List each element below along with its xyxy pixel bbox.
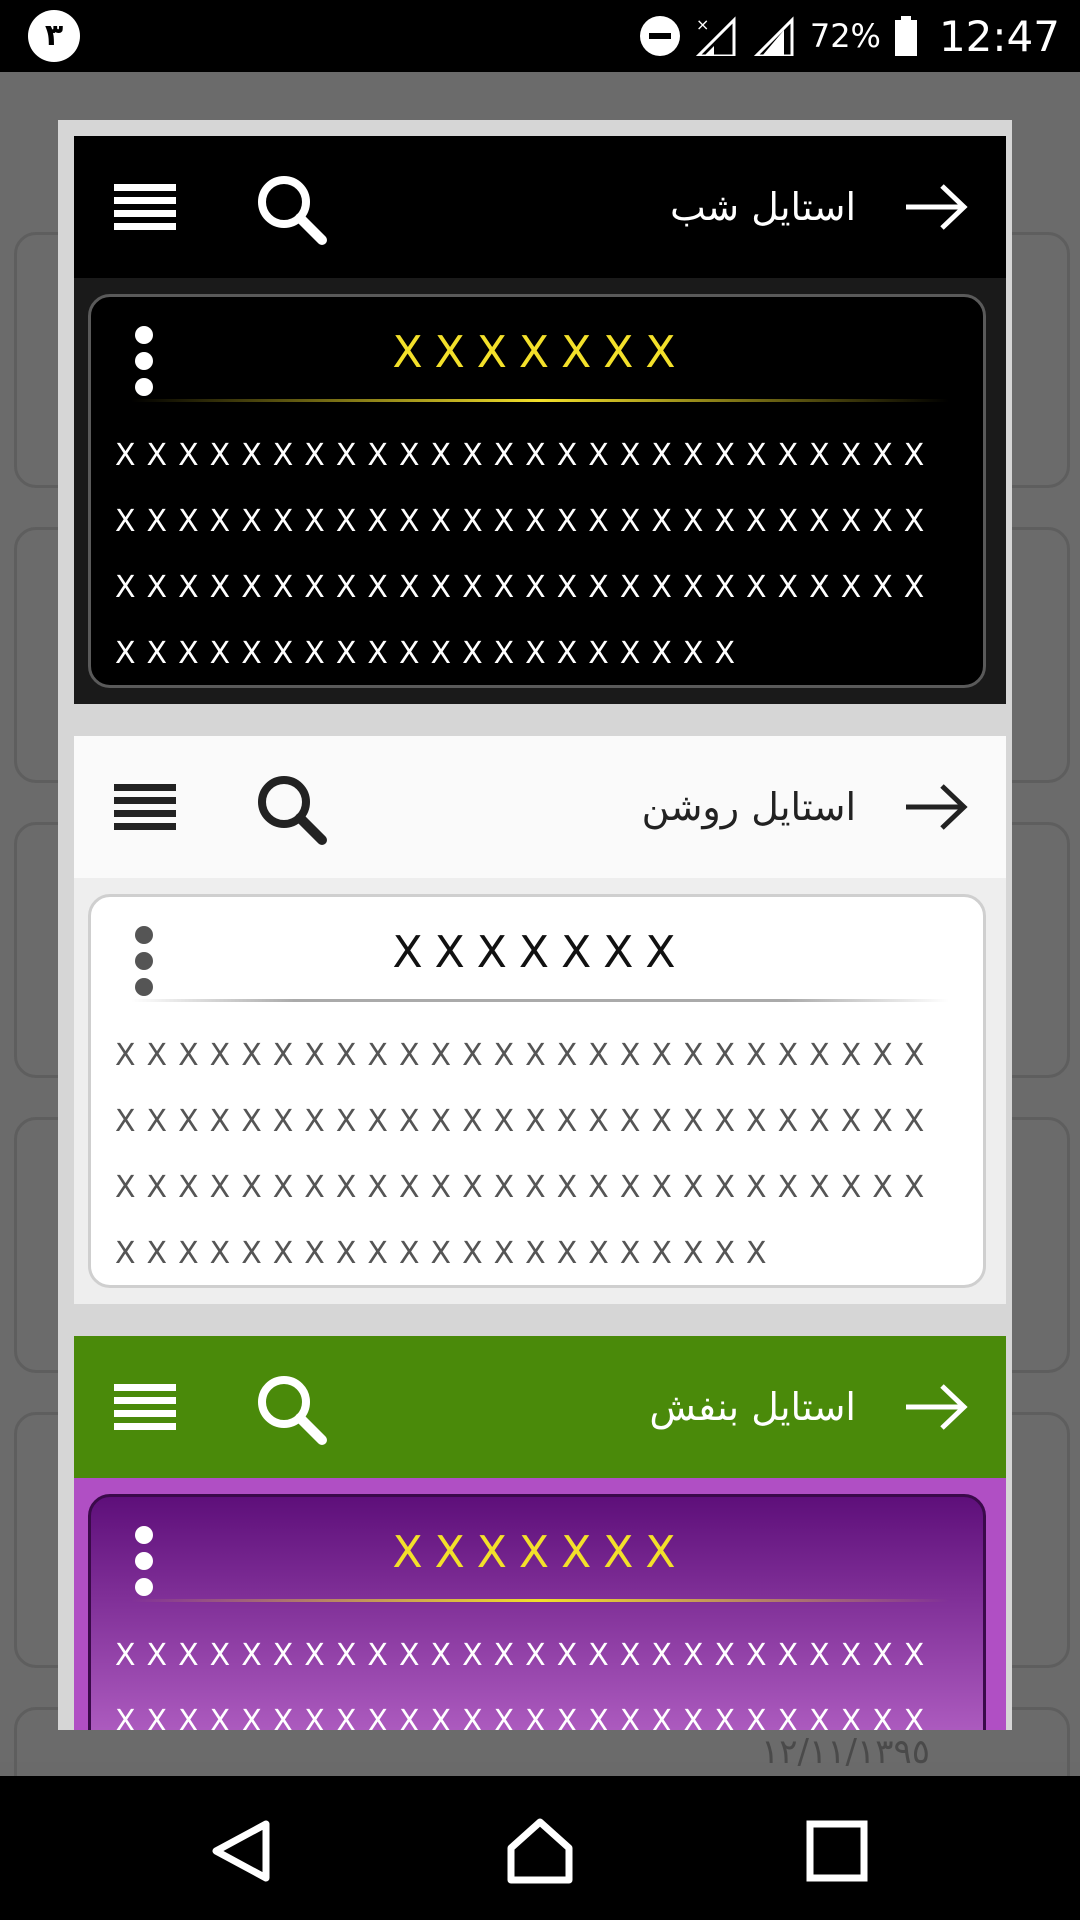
card-title: XXXXXXX <box>392 1527 688 1578</box>
card-title: XXXXXXX <box>392 927 688 978</box>
style-title: استایل شب <box>669 185 856 229</box>
search-icon <box>258 1376 327 1445</box>
style-title: استایل بنفش <box>649 1385 856 1429</box>
style-option-night[interactable]: استایل شب XXXXXXX XXXXXXXXXXXXXXXXXXXXXX… <box>74 136 1006 704</box>
card-text: XXXXXXXXXXXXXXXXXXXXXXXXXXXXXXXXXXXXXXXX… <box>115 438 936 671</box>
style-picker-dialog: استایل شب XXXXXXX XXXXXXXXXXXXXXXXXXXXXX… <box>58 120 1012 1730</box>
card-text: XXXXXXXXXXXXXXXXXXXXXXXXXXXXXXXXXXXXXXXX… <box>115 1038 936 1271</box>
style-toolbar: استایل روشن <box>74 736 1006 878</box>
do-not-disturb-icon <box>639 16 680 56</box>
background-footer-text: ١٢/١١/١٣٩٥ <box>760 1732 930 1772</box>
notification-badge: ٣ <box>28 10 80 62</box>
preview-card: XXXXXXX XXXXXXXXXXXXXXXXXXXXXXXXXXXXXXXX… <box>88 1494 986 1730</box>
recents-square-icon[interactable] <box>802 1816 872 1886</box>
svg-text:×: × <box>696 16 709 34</box>
navigation-bar <box>0 1776 1080 1920</box>
style-option-purple[interactable]: استایل بنفش XXXXXXX XXXXXXXXXXXXXXXXXXXX… <box>74 1336 1006 1730</box>
battery-percentage: 72% <box>809 17 881 55</box>
card-divider <box>131 399 949 402</box>
signal-off-icon: × <box>695 16 736 56</box>
card-title: XXXXXXX <box>392 327 688 378</box>
style-toolbar: استایل بنفش <box>74 1336 1006 1478</box>
search-icon <box>258 176 327 245</box>
arrow-right-icon <box>906 1384 968 1430</box>
style-title: استایل روشن <box>641 785 856 829</box>
style-toolbar: استایل شب <box>74 136 1006 278</box>
hamburger-menu-icon <box>114 784 176 830</box>
arrow-right-icon <box>906 184 968 230</box>
hamburger-menu-icon <box>114 184 176 230</box>
back-triangle-icon[interactable] <box>206 1816 276 1886</box>
arrow-right-icon <box>906 784 968 830</box>
preview-card: XXXXXXX XXXXXXXXXXXXXXXXXXXXXXXXXXXXXXXX… <box>88 894 986 1288</box>
battery-icon <box>894 16 917 56</box>
style-option-light[interactable]: استایل روشن XXXXXXX XXXXXXXXXXXXXXXXXXXX… <box>74 736 1006 1304</box>
status-icons: × 72% 12:47 <box>639 0 1060 72</box>
status-bar: ٣ × 72% 12:47 <box>0 0 1080 72</box>
clock: 12:47 <box>938 11 1060 61</box>
card-divider <box>131 1599 949 1602</box>
card-text: XXXXXXXXXXXXXXXXXXXXXXXXXXXXXXXXXXXXXXXX… <box>115 1638 936 1730</box>
hamburger-menu-icon <box>114 1384 176 1430</box>
card-divider <box>131 999 949 1002</box>
search-icon <box>258 776 327 845</box>
home-icon[interactable] <box>505 1816 575 1886</box>
signal-icon <box>753 16 794 56</box>
preview-card: XXXXXXX XXXXXXXXXXXXXXXXXXXXXXXXXXXXXXXX… <box>88 294 986 688</box>
